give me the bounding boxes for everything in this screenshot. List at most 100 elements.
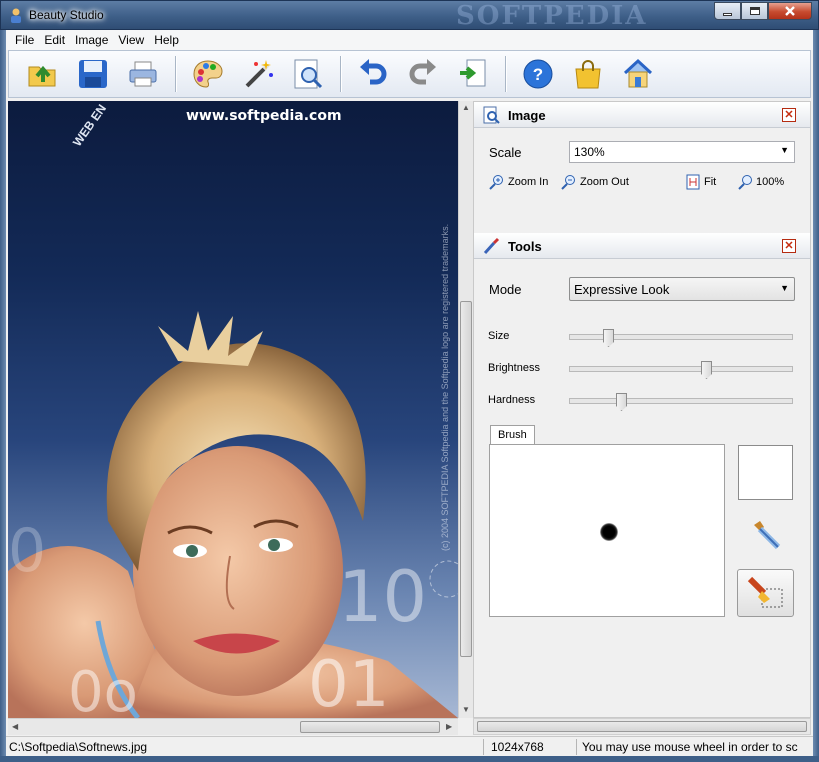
eyedropper-icon[interactable] xyxy=(746,517,786,557)
status-dimensions: 1024x768 xyxy=(491,740,544,754)
status-bar: C:\Softpedia\Softnews.jpg 1024x768 You m… xyxy=(6,736,813,756)
scale-dropdown[interactable]: 130% ▼ xyxy=(569,141,795,163)
help-button[interactable]: ? xyxy=(520,56,556,92)
menu-edit[interactable]: Edit xyxy=(39,33,70,47)
scroll-right-icon[interactable]: ▶ xyxy=(446,722,452,731)
eraser-button[interactable] xyxy=(737,569,794,617)
panel-scroll-thumb[interactable] xyxy=(477,721,807,732)
redo-icon xyxy=(409,59,436,85)
export-button[interactable] xyxy=(455,56,491,92)
brightness-slider[interactable] xyxy=(569,361,793,379)
canvas-vertical-scrollbar[interactable]: ▲ ▼ xyxy=(458,101,473,718)
scale-label: Scale xyxy=(489,145,522,160)
window-title: Beauty Studio xyxy=(29,8,104,22)
svg-text:0o: 0o xyxy=(68,660,138,718)
image-section-header[interactable]: Image ✕ xyxy=(474,102,810,128)
svg-text:01: 01 xyxy=(308,648,389,718)
panel-horizontal-scrollbar[interactable] xyxy=(473,718,811,735)
size-slider-track xyxy=(569,334,793,340)
color-swatch[interactable] xyxy=(738,445,793,500)
eraser-brush-icon xyxy=(747,576,782,608)
tools-section-close-icon[interactable]: ✕ xyxy=(782,239,796,253)
tools-section-title: Tools xyxy=(508,239,542,254)
canvas-url-text: www.softpedia.com xyxy=(186,108,342,124)
scroll-down-icon[interactable]: ▼ xyxy=(462,705,470,714)
brush-tool-icon xyxy=(483,237,500,255)
hardness-label: Hardness xyxy=(488,394,536,406)
size-slider[interactable] xyxy=(569,329,793,347)
title-bar[interactable]: Beauty Studio SOFTPEDIA xyxy=(0,0,819,31)
menu-view[interactable]: View xyxy=(113,33,149,47)
magic-wand-icon xyxy=(245,60,273,88)
shop-button[interactable] xyxy=(570,56,606,92)
scroll-left-icon[interactable]: ◀ xyxy=(12,722,18,731)
app-client: File Edit Image View Help ? 0 10 01 0o w… xyxy=(6,30,813,756)
menu-help[interactable]: Help xyxy=(149,33,184,47)
status-hint: You may use mouse wheel in order to sc xyxy=(582,740,798,754)
zoom-in-button[interactable]: Zoom In xyxy=(489,174,548,190)
minimize-button[interactable] xyxy=(714,2,741,20)
brightness-slider-track xyxy=(569,366,793,372)
home-button[interactable] xyxy=(620,56,656,92)
undo-button[interactable] xyxy=(355,56,391,92)
magic-wand-button[interactable] xyxy=(240,56,276,92)
scroll-up-icon[interactable]: ▲ xyxy=(462,103,470,112)
save-icon xyxy=(79,60,107,88)
save-button[interactable] xyxy=(75,56,111,92)
redo-button[interactable] xyxy=(405,56,441,92)
close-button[interactable] xyxy=(768,2,812,20)
maximize-icon xyxy=(749,7,760,15)
full-size-label: 100% xyxy=(756,176,785,188)
home-icon xyxy=(623,58,653,88)
menu-image[interactable]: Image xyxy=(70,33,113,47)
zoom-out-label: Zoom Out xyxy=(580,176,629,188)
size-slider-thumb[interactable] xyxy=(603,329,614,347)
fit-button[interactable]: Fit xyxy=(685,174,716,190)
open-icon xyxy=(28,65,56,87)
fit-icon xyxy=(686,174,700,190)
size-label: Size xyxy=(488,330,510,342)
zoom-preview-button[interactable] xyxy=(290,56,326,92)
image-section-close-icon[interactable]: ✕ xyxy=(782,108,796,122)
palette-icon xyxy=(193,60,223,88)
mode-dropdown[interactable]: Expressive Look ▼ xyxy=(569,277,795,301)
brush-preview xyxy=(489,444,725,617)
open-button[interactable] xyxy=(25,56,61,92)
scale-value: 130% xyxy=(574,145,605,159)
vertical-scroll-thumb[interactable] xyxy=(460,301,472,657)
zoom-in-icon xyxy=(489,175,503,190)
image-section-title: Image xyxy=(508,108,546,123)
maximize-button[interactable] xyxy=(741,2,768,20)
svg-text:10: 10 xyxy=(338,556,427,638)
zoom-in-label: Zoom In xyxy=(508,176,549,188)
side-panel: Image ✕ Scale 130% ▼ Zoom In Zoom Out Fi… xyxy=(473,101,811,718)
toolbar: ? xyxy=(8,50,811,98)
zoom-preview-icon xyxy=(294,59,323,89)
print-button[interactable] xyxy=(125,56,161,92)
minimize-icon xyxy=(723,12,732,16)
horizontal-scroll-thumb[interactable] xyxy=(300,721,440,733)
canvas-horizontal-scrollbar[interactable]: ◀ ▶ xyxy=(8,718,458,735)
zoom-out-button[interactable]: Zoom Out xyxy=(561,174,629,190)
zoom-out-icon xyxy=(561,175,575,190)
brightness-slider-thumb[interactable] xyxy=(701,361,712,379)
hardness-slider[interactable] xyxy=(569,393,793,411)
tools-section-header[interactable]: Tools ✕ xyxy=(474,233,810,259)
help-icon: ? xyxy=(523,59,553,89)
canvas-vertical-text: (c) 2004 SOFTPEDIA Softpedia and the Sof… xyxy=(440,223,450,551)
hardness-slider-thumb[interactable] xyxy=(616,393,627,411)
svg-text:0: 0 xyxy=(8,516,46,586)
menu-file[interactable]: File xyxy=(10,33,39,47)
brightness-label: Brightness xyxy=(488,362,540,374)
print-icon xyxy=(129,61,157,87)
palette-button[interactable] xyxy=(190,56,226,92)
photo-image: 0 10 01 0o xyxy=(8,311,458,718)
chevron-down-icon: ▼ xyxy=(780,283,789,293)
full-size-icon xyxy=(738,175,752,190)
brush-tab[interactable]: Brush xyxy=(490,425,535,445)
mode-label: Mode xyxy=(489,282,522,297)
shop-icon xyxy=(575,60,601,89)
image-canvas[interactable]: 0 10 01 0o www.softpedia.com WEB EN (c) … xyxy=(8,101,458,718)
full-size-button[interactable]: 100% xyxy=(737,174,784,190)
svg-text:?: ? xyxy=(533,65,543,84)
